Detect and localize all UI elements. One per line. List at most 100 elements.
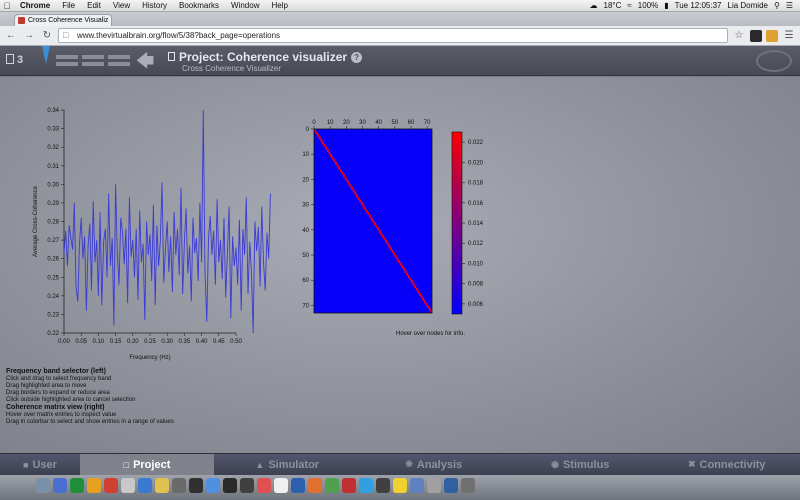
dock-app-icon[interactable] bbox=[138, 478, 152, 493]
close-tab-icon[interactable]: × bbox=[111, 17, 112, 24]
burst-menu[interactable] bbox=[42, 46, 130, 76]
nav-user-label: User bbox=[32, 458, 57, 471]
reload-icon[interactable]: ↻ bbox=[40, 29, 54, 43]
y-tick-label: 0.24 bbox=[47, 294, 59, 300]
dock-app-icon[interactable] bbox=[87, 478, 101, 493]
nav-stimulus[interactable]: ◉ Stimulus bbox=[507, 454, 654, 475]
battery-level[interactable]: 100% bbox=[635, 1, 661, 10]
menu-icon[interactable]: ☰ bbox=[782, 29, 796, 43]
dock-app-icon[interactable] bbox=[172, 478, 186, 493]
apple-icon[interactable]:  bbox=[0, 1, 14, 11]
dock-app-icon[interactable] bbox=[461, 478, 475, 493]
menu-file[interactable]: File bbox=[56, 0, 81, 12]
analysis-icon: ❋ bbox=[405, 459, 413, 469]
dock-app-icon[interactable] bbox=[410, 478, 424, 493]
list-icon[interactable]: ☰ bbox=[783, 1, 796, 10]
dock-app-icon[interactable] bbox=[325, 478, 339, 493]
page-title: Project: Coherence visualizer? bbox=[168, 50, 363, 64]
dock-app-icon[interactable] bbox=[206, 478, 220, 493]
y-tick-label: 0.27 bbox=[47, 238, 59, 244]
nav-connectivity[interactable]: ✖ Connectivity bbox=[654, 454, 800, 475]
menu-help[interactable]: Help bbox=[265, 0, 293, 12]
x-tick-label: 0.20 bbox=[127, 339, 139, 345]
extension-icon[interactable] bbox=[750, 29, 762, 42]
dock-app-icon[interactable] bbox=[444, 478, 458, 493]
url-bar[interactable]: □ www.thevirtualbrain.org/flow/5/38?back… bbox=[58, 28, 728, 43]
freq-help-line: Click and drag to select frequency band bbox=[6, 376, 112, 382]
x-tick-label: 0.45 bbox=[213, 339, 225, 345]
dock-app-icon[interactable] bbox=[240, 478, 254, 493]
forward-icon[interactable]: → bbox=[22, 29, 36, 43]
url-text: www.thevirtualbrain.org/flow/5/38?back_p… bbox=[77, 31, 281, 40]
user-name[interactable]: Lia Domide bbox=[725, 1, 771, 10]
y-tick-label: 0.28 bbox=[47, 220, 59, 226]
dock-app-icon[interactable] bbox=[70, 478, 84, 493]
extension-icon[interactable] bbox=[766, 29, 778, 42]
dock-app-icon[interactable] bbox=[291, 478, 305, 493]
nav-project[interactable]: □ Project bbox=[80, 454, 214, 475]
y-tick-label: 0.30 bbox=[47, 182, 59, 188]
operation-counter[interactable]: 3 bbox=[6, 54, 23, 66]
dock-app-icon[interactable] bbox=[376, 478, 390, 493]
x-axis-label: Frequency (Hz) bbox=[129, 355, 170, 361]
dock-app-icon[interactable] bbox=[274, 478, 288, 493]
browser-tab[interactable]: Cross Coherence Visualiz × bbox=[14, 14, 112, 26]
dock-app-icon[interactable] bbox=[189, 478, 203, 493]
dock-app-icon[interactable] bbox=[393, 478, 407, 493]
nav-stimulus-label: Stimulus bbox=[562, 458, 610, 471]
menu-app[interactable]: Chrome bbox=[14, 0, 56, 12]
battery-icon[interactable]: ▮ bbox=[661, 1, 671, 10]
x-tick-label: 0.30 bbox=[161, 339, 173, 345]
nav-user[interactable]: ■ User bbox=[0, 454, 80, 475]
dock-app-icon[interactable] bbox=[53, 478, 67, 493]
wifi-icon[interactable]: ≈ bbox=[624, 1, 634, 10]
dock-app-icon[interactable] bbox=[342, 478, 356, 493]
y-tick-label: 0.33 bbox=[47, 127, 59, 133]
y-tick-label: 0.32 bbox=[47, 145, 59, 151]
freq-help-heading: Frequency band selector (left) bbox=[6, 368, 106, 375]
search-icon[interactable]: ⚲ bbox=[771, 1, 783, 10]
user-icon: ■ bbox=[23, 459, 29, 470]
hover-hint: Hover over nodes for info. bbox=[396, 331, 466, 337]
nav-analysis-label: Analysis bbox=[416, 458, 463, 471]
dock-app-icon[interactable] bbox=[155, 478, 169, 493]
clock[interactable]: Tue 12:05:37 bbox=[672, 1, 725, 10]
browser-toolbar: ← → ↻ □ www.thevirtualbrain.org/flow/5/3… bbox=[0, 26, 800, 46]
y-tick-label: 0.31 bbox=[47, 164, 59, 170]
app-header: 3 🡄 Project: Coherence visualizer? Cross… bbox=[0, 46, 800, 76]
y-tick-label: 0.29 bbox=[47, 201, 59, 207]
menu-window[interactable]: Window bbox=[225, 0, 265, 12]
dock-app-icon[interactable] bbox=[427, 478, 441, 493]
document-icon bbox=[6, 54, 14, 64]
matrix-help-heading: Coherence matrix view (right) bbox=[6, 404, 105, 411]
bottom-navigation: ■ User □ Project ▲ Simulator ❋ Analysis … bbox=[0, 453, 800, 475]
menu-bookmarks[interactable]: Bookmarks bbox=[173, 0, 225, 12]
star-icon[interactable]: ☆ bbox=[732, 29, 746, 43]
status-area: ☁ 18°C ≈ 100% ▮ Tue 12:05:37 Lia Domide … bbox=[587, 1, 800, 10]
brain-icon[interactable] bbox=[756, 50, 792, 72]
dock-app-icon[interactable] bbox=[104, 478, 118, 493]
nav-simulator-label: Simulator bbox=[268, 458, 320, 471]
menu-view[interactable]: View bbox=[107, 0, 136, 12]
temperature[interactable]: 18°C bbox=[601, 1, 625, 10]
dock-app-icon[interactable] bbox=[121, 478, 135, 493]
browser-tab-strip: Cross Coherence Visualiz × bbox=[0, 12, 800, 26]
x-tick-label: 0.10 bbox=[93, 339, 105, 345]
dock-app-icon[interactable] bbox=[257, 478, 271, 493]
menu-edit[interactable]: Edit bbox=[81, 0, 107, 12]
nav-simulator[interactable]: ▲ Simulator bbox=[214, 454, 361, 475]
nav-analysis[interactable]: ❋ Analysis bbox=[361, 454, 508, 475]
back-arrow-icon[interactable]: 🡄 bbox=[134, 50, 156, 72]
dock-icons bbox=[36, 478, 475, 493]
dock-app-icon[interactable] bbox=[36, 478, 50, 493]
dock-app-icon[interactable] bbox=[223, 478, 237, 493]
cloud-icon[interactable]: ☁ bbox=[587, 1, 601, 10]
dock-app-icon[interactable] bbox=[359, 478, 373, 493]
help-icon[interactable]: ? bbox=[351, 52, 363, 63]
dock-app-icon[interactable] bbox=[308, 478, 322, 493]
nav-connectivity-label: Connectivity bbox=[699, 458, 766, 471]
menu-history[interactable]: History bbox=[136, 0, 173, 12]
back-icon[interactable]: ← bbox=[4, 29, 18, 43]
page-title-text: Project: Coherence visualizer bbox=[179, 50, 348, 64]
x-tick-label: 0.50 bbox=[230, 339, 242, 345]
